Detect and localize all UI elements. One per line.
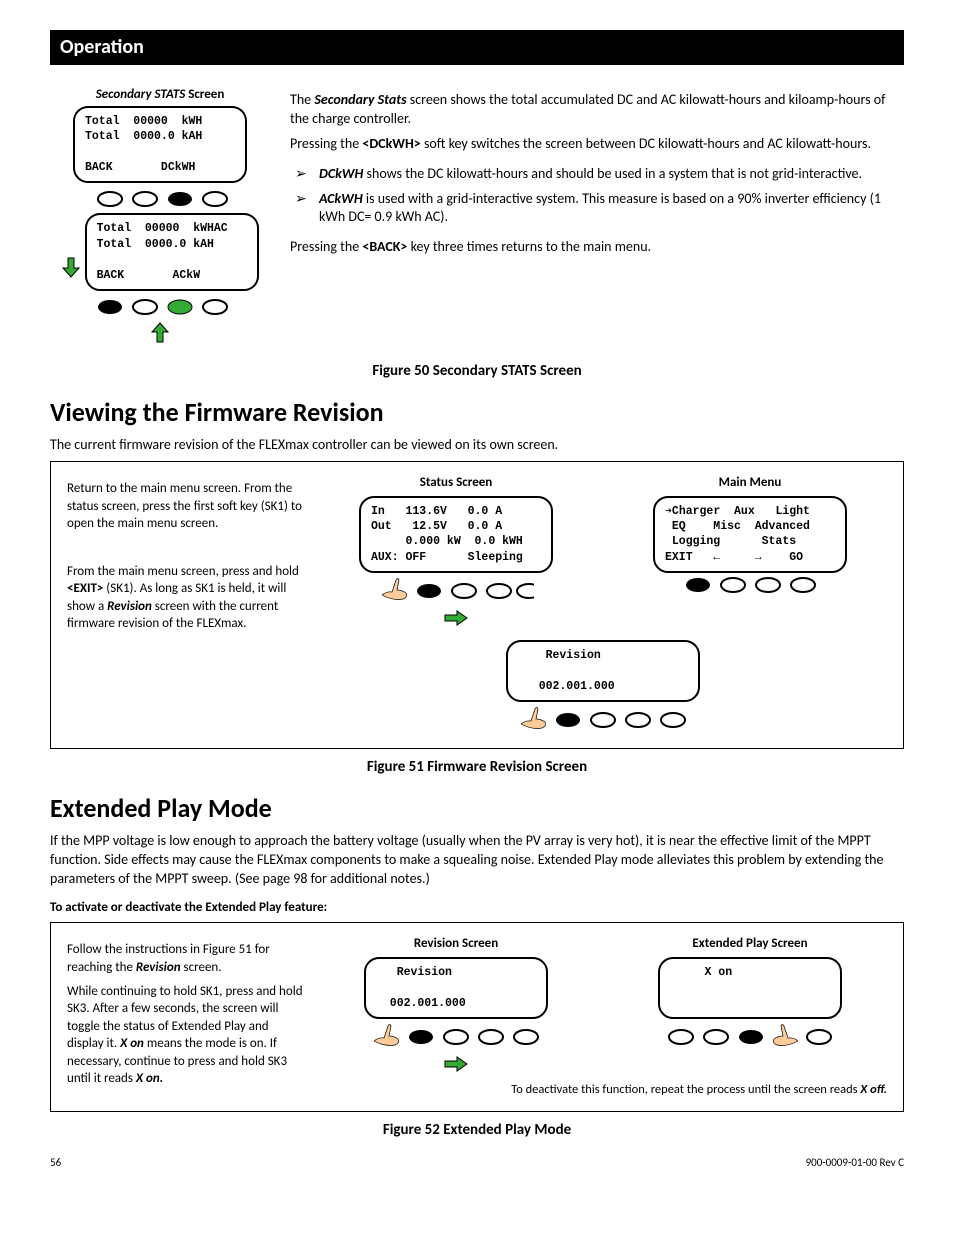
softkey-ovals <box>319 1021 593 1053</box>
screen-title: Status Screen <box>319 474 593 492</box>
figure-caption: Figure 51 Firmware Revision Screen <box>50 757 904 777</box>
softkey-ovals-2 <box>50 297 270 317</box>
lcd-status: In 113.6V 0.0 A Out 12.5V 0.0 A 0.000 kW… <box>359 496 553 574</box>
hand-icon <box>518 704 550 736</box>
softkey-ovals <box>613 1021 887 1053</box>
bullet: ACkWH is used with a grid-interactive sy… <box>295 187 904 231</box>
screen-title: Extended Play Screen <box>613 935 887 953</box>
heading: Viewing the Firmware Revision <box>50 395 904 430</box>
arrow-right-icon <box>443 610 469 632</box>
paragraph: If the MPP voltage is low enough to appr… <box>50 832 904 889</box>
softkey-ovals <box>613 575 887 595</box>
bullet: DCkWH shows the DC kilowatt-hours and sh… <box>295 162 904 187</box>
lcd-extended-play: X on <box>658 957 842 1019</box>
figure-caption: Figure 52 Extended Play Mode <box>50 1120 904 1140</box>
lcd-screen-1: Total 00000 kWH Total 0000.0 kAH BACK DC… <box>73 106 247 184</box>
softkey-ovals-1 <box>50 189 270 209</box>
lcd-label: Secondary STATS Screen <box>50 85 270 104</box>
arrow-right-icon <box>443 1056 469 1078</box>
arrow-up-icon <box>150 321 170 349</box>
heading: Extended Play Mode <box>50 791 904 826</box>
lcd-screen-2: Total 00000 kWHAC Total 0000.0 kAH BACK … <box>85 213 259 291</box>
instruction: From the main menu screen, press and hol… <box>67 563 307 633</box>
instruction: Follow the instructions in Figure 51 for… <box>67 941 307 976</box>
sub-heading: To activate or deactivate the Extended P… <box>50 899 904 917</box>
figure-caption: Figure 50 Secondary STATS Screen <box>50 361 904 381</box>
arrow-down-icon <box>61 256 81 284</box>
doc-ref: 900-0009-01-00 Rev C <box>806 1156 904 1171</box>
instruction: While continuing to hold SK1, press and … <box>67 983 307 1088</box>
section-header: Operation <box>50 30 904 65</box>
softkey-ovals <box>319 575 593 607</box>
hand-icon <box>371 1021 403 1053</box>
softkey-ovals <box>319 704 887 736</box>
screen-title: Main Menu <box>613 474 887 492</box>
paragraph: The Secondary Stats screen shows the tot… <box>290 91 904 129</box>
screen-title: Revision Screen <box>319 935 593 953</box>
instruction: Return to the main menu screen. From the… <box>67 480 307 533</box>
paragraph: Pressing the <DCkWH> soft key switches t… <box>290 135 904 154</box>
lcd-main-menu: ➔Charger Aux Light EQ Misc Advanced Logg… <box>653 496 847 574</box>
hand-icon <box>769 1021 801 1053</box>
lcd-revision: Revision 002.001.000 <box>364 957 548 1019</box>
paragraph: The current firmware revision of the FLE… <box>50 436 904 455</box>
paragraph: Pressing the <BACK> key three times retu… <box>290 238 904 257</box>
note: To deactivate this function, repeat the … <box>319 1082 887 1099</box>
lcd-revision: Revision 002.001.000 <box>506 640 700 702</box>
hand-icon <box>379 575 411 607</box>
page-number: 56 <box>50 1156 61 1171</box>
